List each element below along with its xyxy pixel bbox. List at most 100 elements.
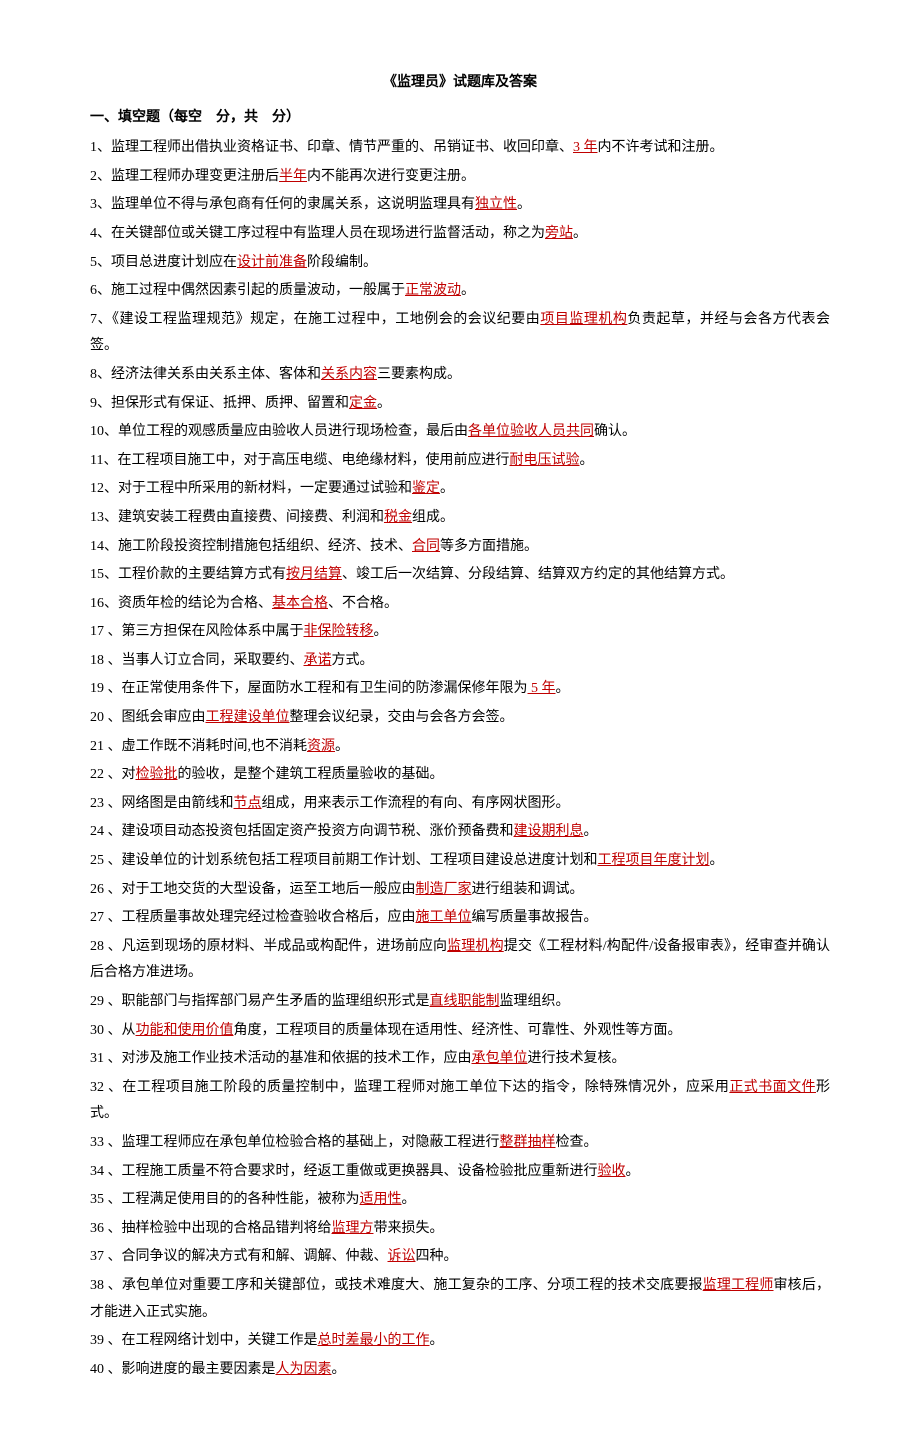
- page-title: 《监理员》试题库及答案: [90, 70, 830, 97]
- answer-text: 按月结算: [286, 567, 342, 582]
- fill-blank-item: 30 、从功能和使用价值角度，工程项目的质量体现在适用性、经济性、可靠性、外观性…: [90, 1018, 830, 1045]
- question-text: 、在关键部位或关键工序过程中有监理人员在现场进行监督活动，称之为: [97, 226, 545, 241]
- question-text: 。: [332, 1362, 346, 1377]
- question-text: 。: [440, 481, 454, 496]
- question-text: 编写质量事故报告。: [472, 910, 598, 925]
- answer-text: 人为因素: [276, 1362, 332, 1377]
- answer-text: 资源: [307, 739, 335, 754]
- question-text: 、资质年检的结论为合格、: [104, 596, 272, 611]
- item-number: 5: [90, 255, 97, 270]
- answer-text: 监理方: [332, 1221, 374, 1236]
- item-number: 4: [90, 226, 97, 241]
- fill-blank-item: 21 、虚工作既不消耗时间,也不消耗资源。: [90, 734, 830, 761]
- item-number: 3: [90, 197, 97, 212]
- answer-text: 适用性: [360, 1192, 402, 1207]
- question-text: 。: [579, 453, 593, 468]
- fill-blank-item: 39 、在工程网络计划中，关键工作是总时差最小的工作。: [90, 1328, 830, 1355]
- fill-blank-item: 12、对于工程中所采用的新材料，一定要通过试验和鉴定。: [90, 476, 830, 503]
- answer-text: 功能和使用价值: [136, 1023, 234, 1038]
- question-text: 、建设项目动态投资包括固定资产投资方向调节税、涨价预备费和: [104, 824, 514, 839]
- item-number: 34: [90, 1164, 104, 1179]
- answer-text: 承诺: [304, 653, 332, 668]
- item-number: 31: [90, 1051, 104, 1066]
- question-text: 进行组装和调试。: [472, 882, 584, 897]
- answer-text: 节点: [234, 796, 262, 811]
- item-number: 19: [90, 681, 104, 696]
- fill-blank-item: 24 、建设项目动态投资包括固定资产投资方向调节税、涨价预备费和建设期利息。: [90, 819, 830, 846]
- fill-blank-item: 2、监理工程师办理变更注册后半年内不能再次进行变更注册。: [90, 164, 830, 191]
- items-container: 1、监理工程师出借执业资格证书、印章、情节严重的、吊销证书、收回印章、3 年内不…: [90, 135, 830, 1383]
- question-text: 。: [402, 1192, 416, 1207]
- fill-blank-item: 20 、图纸会审应由工程建设单位整理会议纪录，交由与会各方会签。: [90, 705, 830, 732]
- question-text: 、合同争议的解决方式有和解、调解、仲裁、: [104, 1249, 388, 1264]
- answer-text: 税金: [384, 510, 412, 525]
- question-text: 、单位工程的观感质量应由验收人员进行现场检查，最后由: [104, 424, 468, 439]
- question-text: 、建设单位的计划系统包括工程项目前期工作计划、工程项目建设总进度计划和: [104, 853, 598, 868]
- answer-text: 工程项目年度计划: [598, 853, 710, 868]
- question-text: 组成。: [412, 510, 454, 525]
- fill-blank-item: 22 、对检验批的验收，是整个建筑工程质量验收的基础。: [90, 762, 830, 789]
- question-text: 。: [335, 739, 349, 754]
- fill-blank-item: 8、经济法律关系由关系主体、客体和关系内容三要素构成。: [90, 362, 830, 389]
- item-number: 8: [90, 367, 97, 382]
- fill-blank-item: 3、监理单位不得与承包商有任何的隶属关系，这说明监理具有独立性。: [90, 192, 830, 219]
- question-text: 、工程质量事故处理完经过检查验收合格后，应由: [104, 910, 416, 925]
- item-number: 17: [90, 624, 104, 639]
- answer-text: 设计前准备: [237, 255, 307, 270]
- question-text: 。: [517, 197, 531, 212]
- question-text: 整理会议纪录，交由与会各方会签。: [290, 710, 514, 725]
- item-number: 21: [90, 739, 104, 754]
- question-text: 。: [430, 1333, 444, 1348]
- item-number: 18: [90, 653, 104, 668]
- question-text: 、图纸会审应由: [104, 710, 206, 725]
- item-number: 28: [90, 939, 104, 954]
- fill-blank-item: 19 、在正常使用条件下，屋面防水工程和有卫生间的防渗漏保修年限为 5 年。: [90, 676, 830, 703]
- answer-text: 非保险转移: [304, 624, 374, 639]
- fill-blank-item: 15、工程价款的主要结算方式有按月结算、竣工后一次结算、分段结算、结算双方约定的…: [90, 562, 830, 589]
- question-text: 。: [584, 824, 598, 839]
- question-text: 四种。: [416, 1249, 458, 1264]
- question-text: 、监理工程师办理变更注册后: [97, 169, 279, 184]
- answer-text: 项目监理机构: [540, 312, 627, 327]
- question-text: 监理组织。: [500, 994, 570, 1009]
- answer-text: 正式书面文件: [729, 1080, 816, 1095]
- item-number: 10: [90, 424, 104, 439]
- answer-text: 制造厂家: [416, 882, 472, 897]
- fill-blank-item: 31 、对涉及施工作业技术活动的基准和依据的技术工作，应由承包单位进行技术复核。: [90, 1046, 830, 1073]
- question-text: 、监理单位不得与承包商有任何的隶属关系，这说明监理具有: [97, 197, 475, 212]
- question-text: 、工程满足使用目的的各种性能，被称为: [104, 1192, 360, 1207]
- question-text: 。: [573, 226, 587, 241]
- question-text: 内不许考试和注册。: [598, 140, 724, 155]
- item-number: 37: [90, 1249, 104, 1264]
- question-text: 、从: [104, 1023, 136, 1038]
- answer-text: 建设期利息: [514, 824, 584, 839]
- answer-text: 3 年: [573, 140, 598, 155]
- fill-blank-item: 34 、工程施工质量不符合要求时，经返工重做或更换器具、设备检验批应重新进行验收…: [90, 1159, 830, 1186]
- answer-text: 检验批: [136, 767, 178, 782]
- item-number: 32: [90, 1080, 104, 1095]
- question-text: 。: [374, 624, 388, 639]
- answer-text: 合同: [412, 539, 440, 554]
- item-number: 26: [90, 882, 104, 897]
- question-text: 、第三方担保在风险体系中属于: [104, 624, 304, 639]
- item-number: 38: [90, 1278, 104, 1293]
- question-text: 等多方面措施。: [440, 539, 538, 554]
- question-text: 、项目总进度计划应在: [97, 255, 237, 270]
- question-text: 、监理工程师出借执业资格证书、印章、情节严重的、吊销证书、收回印章、: [97, 140, 573, 155]
- question-text: 、当事人订立合同，采取要约、: [104, 653, 304, 668]
- question-text: 角度，工程项目的质量体现在适用性、经济性、可靠性、外观性等方面。: [234, 1023, 682, 1038]
- question-text: 、建筑安装工程费由直接费、间接费、利润和: [104, 510, 384, 525]
- question-text: 、对: [104, 767, 136, 782]
- fill-blank-item: 38 、承包单位对重要工序和关键部位，或技术难度大、施工复杂的工序、分项工程的技…: [90, 1273, 830, 1326]
- question-text: 、不合格。: [328, 596, 398, 611]
- question-text: 、在工程项目施工中，对于高压电缆、电绝缘材料，使用前应进行: [103, 453, 509, 468]
- fill-blank-item: 29 、职能部门与指挥部门易产生矛盾的监理组织形式是直线职能制监理组织。: [90, 989, 830, 1016]
- question-text: 。: [626, 1164, 640, 1179]
- fill-blank-item: 32 、在工程项目施工阶段的质量控制中，监理工程师对施工单位下达的指令，除特殊情…: [90, 1075, 830, 1128]
- question-text: 进行技术复核。: [528, 1051, 626, 1066]
- question-text: 、对涉及施工作业技术活动的基准和依据的技术工作，应由: [104, 1051, 472, 1066]
- fill-blank-item: 26 、对于工地交货的大型设备，运至工地后一般应由制造厂家进行组装和调试。: [90, 877, 830, 904]
- question-text: 、职能部门与指挥部门易产生矛盾的监理组织形式是: [104, 994, 430, 1009]
- answer-text: 耐电压试验: [509, 453, 579, 468]
- item-number: 29: [90, 994, 104, 1009]
